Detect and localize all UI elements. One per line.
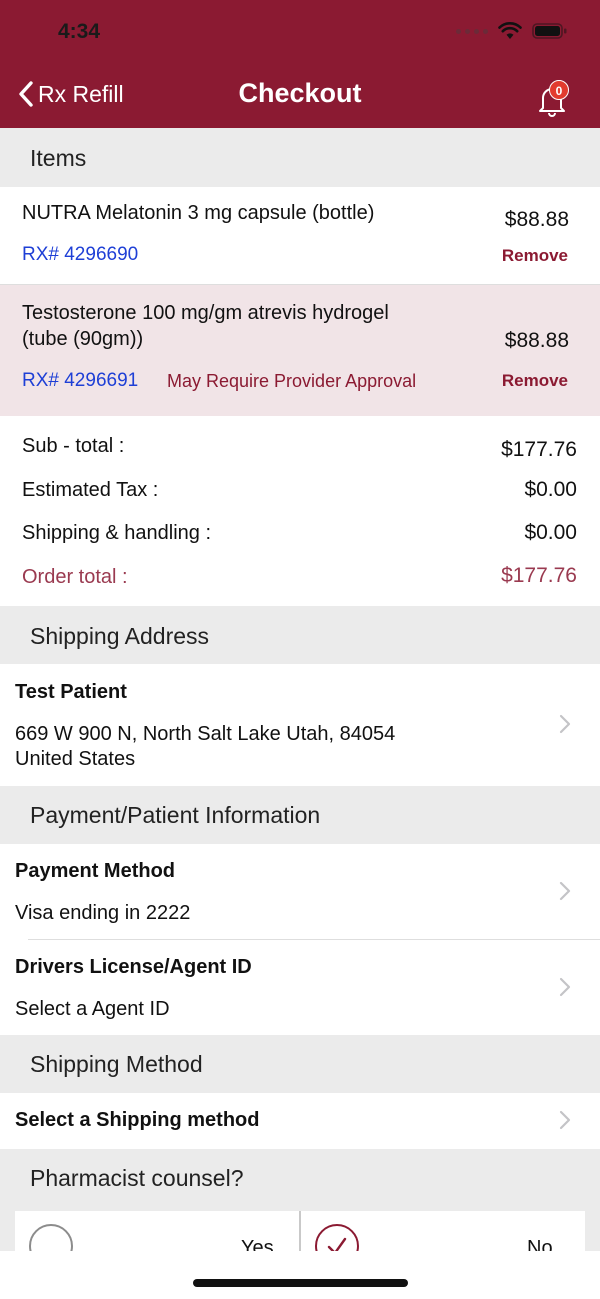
wifi-icon: [498, 22, 522, 39]
counsel-section-title: Pharmacist counsel?: [30, 1165, 244, 1191]
drivers-license-value: Select a Agent ID: [15, 998, 170, 1020]
payment-section-title: Payment/Patient Information: [30, 802, 321, 828]
tax-label: Estimated Tax :: [22, 479, 159, 501]
shipping-method-value: Select a Shipping method: [15, 1109, 260, 1131]
shipping-method-title: Shipping Method: [30, 1051, 203, 1077]
remove-button[interactable]: Remove: [502, 246, 568, 266]
address-line1: 669 W 900 N, North Salt Lake Utah, 84054: [15, 723, 396, 745]
notification-badge: 0: [549, 80, 569, 100]
chevron-right-icon: [559, 977, 571, 997]
counsel-yes-option[interactable]: Yes: [15, 1211, 299, 1251]
chevron-right-icon: [559, 881, 571, 901]
item-name-line1: Testosterone 100 mg/gm atrevis hydrogel: [22, 302, 389, 324]
shipping-method-section-header: Shipping Method: [0, 1035, 600, 1093]
approval-note: May Require Provider Approval: [167, 371, 417, 391]
items-section-title: Items: [30, 145, 87, 171]
recipient-name: Test Patient: [15, 681, 127, 703]
item-name: NUTRA Melatonin 3 mg capsule (bottle): [22, 202, 375, 224]
rx-number-link[interactable]: RX# 4296690: [22, 244, 138, 266]
item-name-line2: (tube (90gm)): [22, 328, 144, 350]
remove-button[interactable]: Remove: [502, 371, 568, 391]
address-line2: United States: [15, 748, 136, 770]
chevron-left-icon: [19, 81, 33, 107]
battery-icon: [532, 23, 567, 39]
shipping-address-section-header: Shipping Address: [0, 606, 600, 664]
drivers-license-label: Drivers License/Agent ID: [15, 956, 252, 978]
tax-value: $0.00: [524, 478, 577, 501]
back-label: Rx Refill: [38, 80, 124, 107]
radio-checked-icon: [315, 1224, 359, 1251]
yes-label: Yes: [241, 1237, 274, 1251]
radio-unchecked-icon: [29, 1224, 73, 1251]
order-total-label: Order total :: [22, 566, 128, 588]
shipping-value: $0.00: [524, 521, 577, 544]
order-total-value: $177.76: [501, 564, 577, 587]
option-divider: [299, 1211, 301, 1251]
item-price: $88.88: [504, 208, 569, 231]
rx-number-link[interactable]: RX# 4296691: [22, 370, 138, 392]
home-indicator-area: [0, 1251, 600, 1299]
payment-method-value: Visa ending in 2222: [15, 902, 191, 924]
payment-section-header: Payment/Patient Information: [0, 786, 600, 844]
back-button[interactable]: Rx Refill: [18, 80, 124, 108]
item-price: $88.88: [504, 329, 569, 352]
status-icons: [456, 22, 568, 40]
counsel-no-option[interactable]: No: [301, 1211, 585, 1251]
home-indicator[interactable]: [193, 1279, 408, 1287]
shipping-address-title: Shipping Address: [30, 623, 210, 649]
items-section-header: Items: [0, 128, 600, 187]
checkmark-icon: [327, 1237, 347, 1251]
chevron-right-icon: [559, 1110, 571, 1130]
shipping-label: Shipping & handling :: [22, 522, 212, 544]
signal-icon: [456, 28, 488, 34]
chevron-right-icon: [559, 714, 571, 734]
nav-header: 4:34 Rx Refill Checkout 0: [0, 0, 600, 128]
no-label: No: [527, 1237, 553, 1251]
subtotal-label: Sub - total :: [22, 435, 125, 457]
payment-method-label: Payment Method: [15, 860, 176, 882]
status-time: 4:34: [58, 20, 101, 43]
subtotal-value: $177.76: [501, 438, 577, 461]
